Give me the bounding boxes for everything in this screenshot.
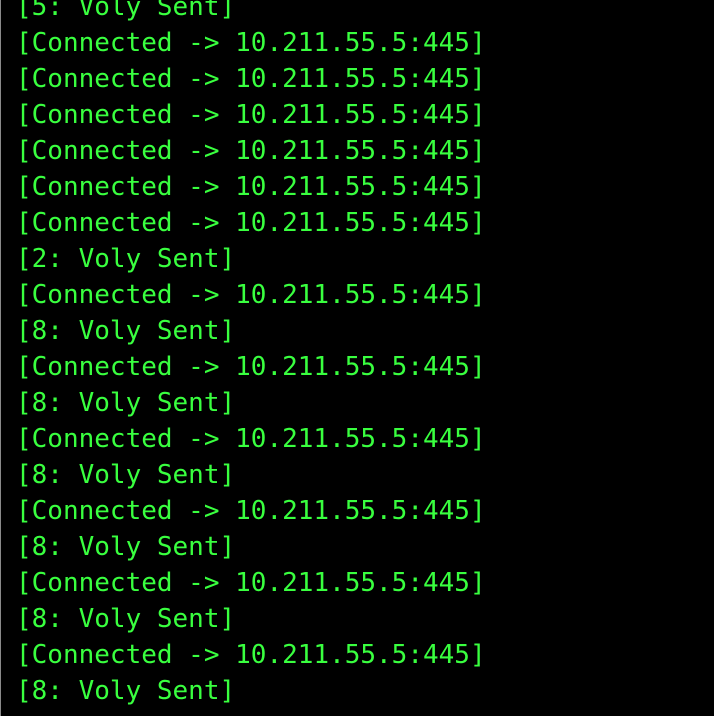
pane-divider: [0, 0, 1, 716]
terminal-line: [Connected -> 10.211.55.5:445]: [16, 352, 486, 382]
terminal-line: [8: Voly Sent]: [16, 460, 236, 490]
terminal-window[interactable]: [5: Voly Sent] [Connected -> 10.211.55.5…: [0, 0, 714, 716]
terminal-line: [Connected -> 10.211.55.5:445]: [16, 100, 486, 130]
terminal-line: [2: Voly Sent]: [16, 244, 236, 274]
terminal-line: [5: Voly Sent]: [16, 0, 236, 22]
terminal-line: [8: Voly Sent]: [16, 532, 236, 562]
terminal-line: [Connected -> 10.211.55.5:445]: [16, 208, 486, 238]
terminal-line: [Connected -> 10.211.55.5:445]: [16, 640, 486, 670]
terminal-line: [Connected -> 10.211.55.5:445]: [16, 172, 486, 202]
terminal-line: [Connected -> 10.211.55.5:445]: [16, 64, 486, 94]
terminal-line: [Connected -> 10.211.55.5:445]: [16, 280, 486, 310]
terminal-line: [Connected -> 10.211.55.5:445]: [16, 496, 486, 526]
terminal-line: [8: Voly Sent]: [16, 316, 236, 346]
terminal-line: [Connected -> 10.211.55.5:445]: [16, 136, 486, 166]
terminal-line: [8: Voly Sent]: [16, 604, 236, 634]
terminal-line: [8: Voly Sent]: [16, 388, 236, 418]
terminal-line: [Connected -> 10.211.55.5:445]: [16, 28, 486, 58]
terminal-output: [5: Voly Sent] [Connected -> 10.211.55.5…: [16, 0, 486, 709]
terminal-line: [8: Voly Sent]: [16, 676, 236, 706]
terminal-line: [Connected -> 10.211.55.5:445]: [16, 568, 486, 598]
terminal-line: [Connected -> 10.211.55.5:445]: [16, 424, 486, 454]
